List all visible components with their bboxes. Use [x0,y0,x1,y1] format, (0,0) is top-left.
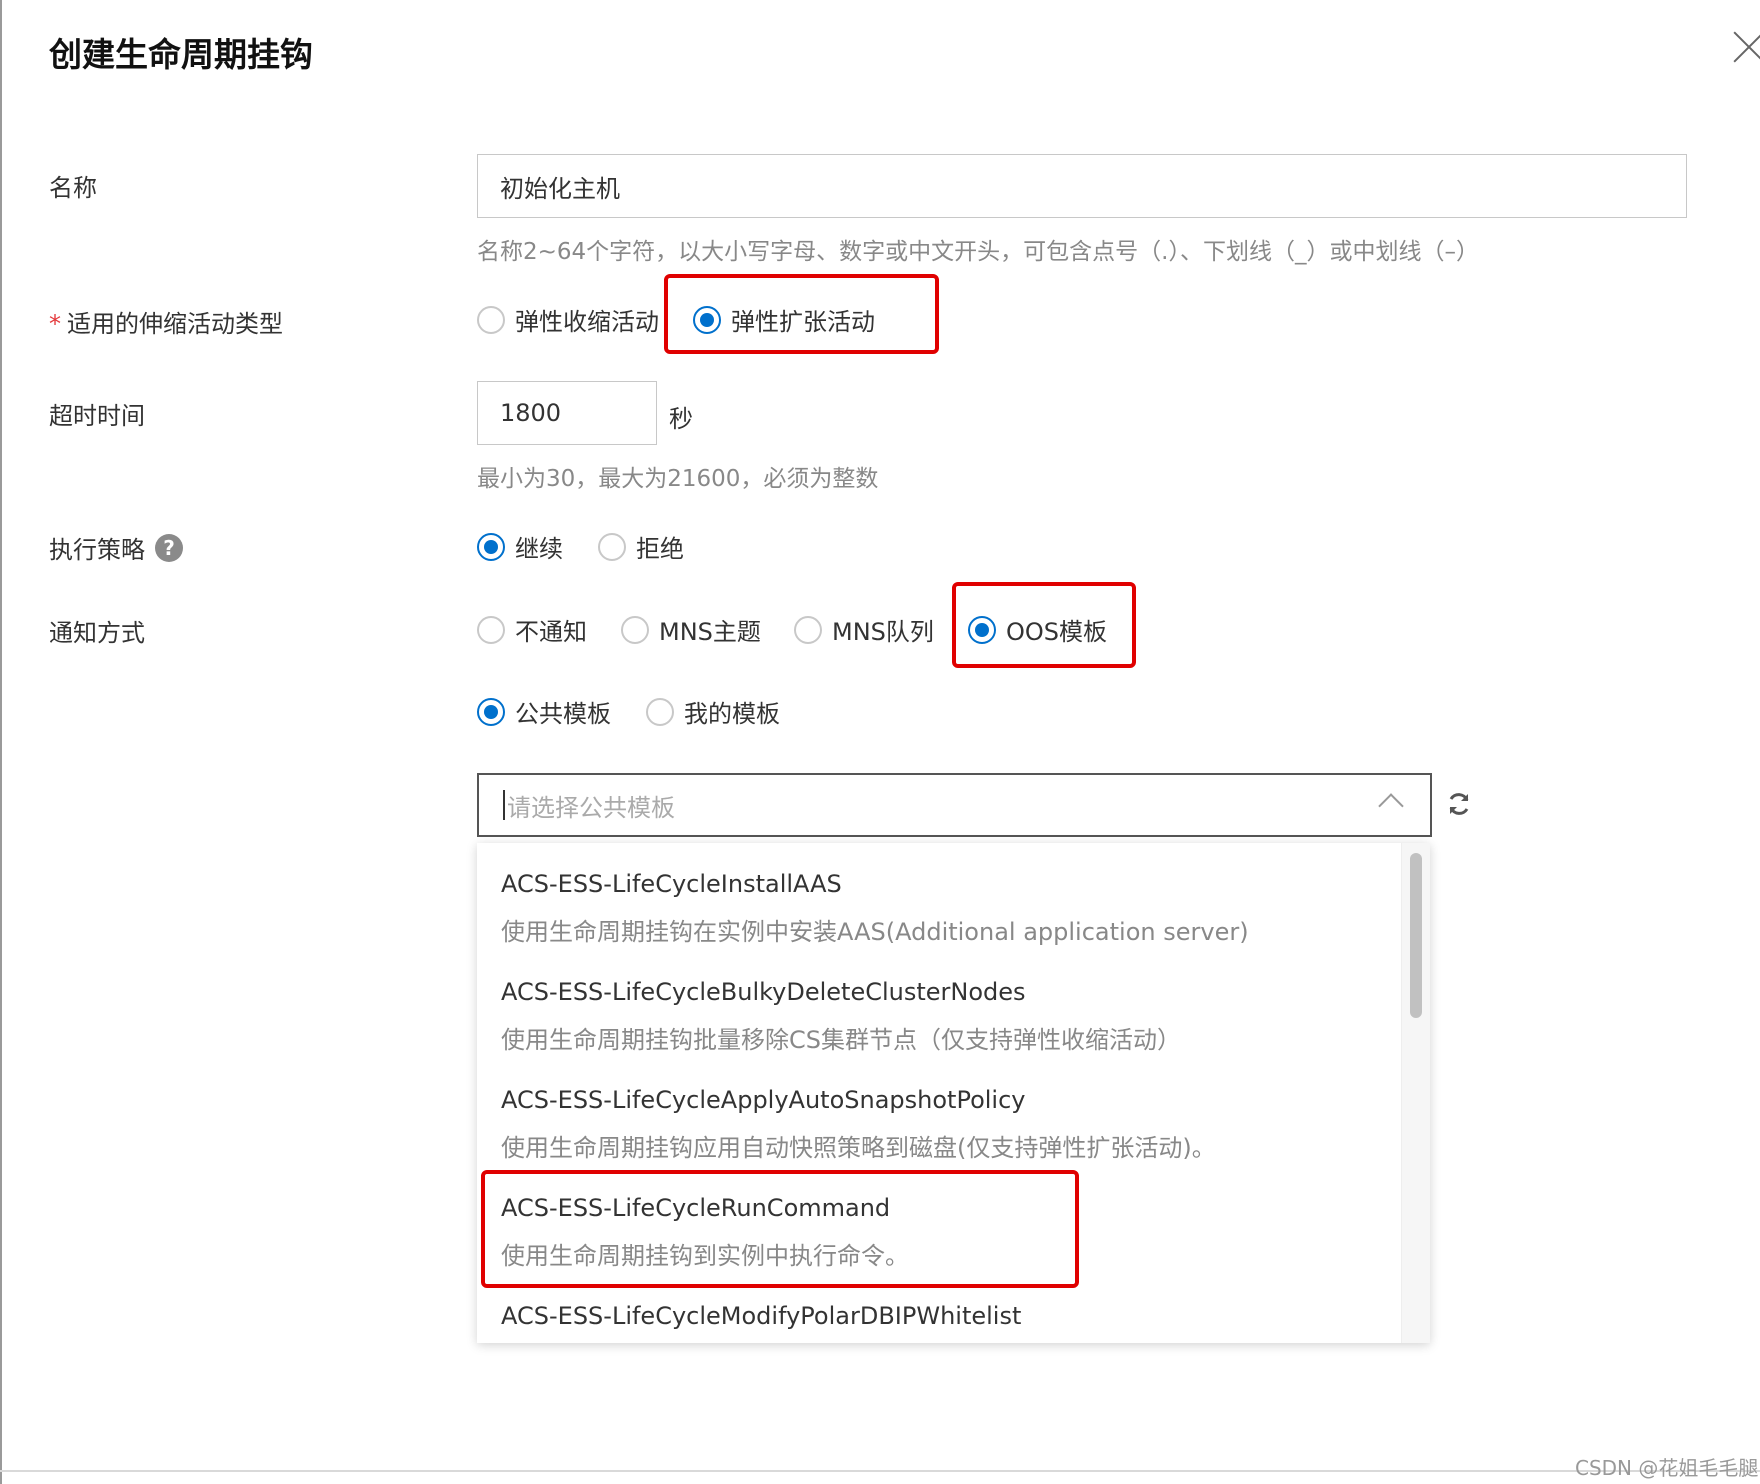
left-window-edge [0,0,2,1484]
radio-label: 拒绝 [636,535,684,563]
option-desc: 使用生命周期挂钩应用自动快照策略到磁盘(仅支持弹性扩张活动)。 [501,1134,1216,1162]
activity-type-label-text: 适用的伸缩活动类型 [67,310,283,338]
radio-label: 弹性收缩活动 [515,308,659,336]
option-desc: 使用生命周期挂钩批量移除CS集群节点（仅支持弹性收缩活动） [501,1026,1181,1054]
radio-circle [621,615,649,644]
radio-label: 继续 [515,535,563,563]
option-name: ACS-ESS-LifeCycleBulkyDeleteClusterNodes [501,978,1026,1006]
radio-circle [794,615,822,644]
radio-scale-out[interactable]: 弹性扩张活动 [693,302,875,337]
policy-label: 执行策略 ? [49,530,183,565]
dialog-title: 创建生命周期挂钩 [49,35,313,74]
option-desc: 使用生命周期挂钩在实例中安装AAS(Additional application… [501,918,1249,946]
radio-oos-template[interactable]: OOS模板 [968,612,1107,647]
radio-label: MNS队列 [832,618,934,646]
timeout-unit: 秒 [669,405,693,433]
dialog-bottom-divider [0,1470,1760,1472]
radio-reject[interactable]: 拒绝 [598,529,684,564]
radio-circle-selected [477,697,505,726]
radio-mns-topic[interactable]: MNS主题 [621,612,761,647]
dropdown-option[interactable]: ACS-ESS-LifeCycleBulkyDeleteClusterNodes… [501,978,1181,1055]
radio-scale-in[interactable]: 弹性收缩活动 [477,302,659,337]
radio-label: 公共模板 [515,700,611,728]
name-hint: 名称2~64个字符，以大小写字母、数字或中文开头，可包含点号（.）、下划线（_）… [477,239,1479,265]
radio-label: MNS主题 [659,618,761,646]
text-cursor [503,790,505,820]
name-label: 名称 [49,174,97,202]
help-icon[interactable]: ? [155,533,183,562]
template-select-placeholder: 请选择公共模板 [507,793,675,822]
radio-circle [646,697,674,726]
policy-label-text: 执行策略 [49,536,145,564]
timeout-hint: 最小为30，最大为21600，必须为整数 [477,466,879,492]
radio-label: 不通知 [515,618,587,646]
chevron-up-icon[interactable] [1378,793,1404,819]
radio-circle [477,305,505,334]
watermark: CSDN @花姐毛毛腿 [1575,1456,1759,1480]
radio-mns-queue[interactable]: MNS队列 [794,612,934,647]
radio-continue[interactable]: 继续 [477,529,563,564]
template-select[interactable]: 请选择公共模板 [477,773,1432,837]
radio-circle [598,532,626,561]
radio-circle-selected [693,305,721,334]
dropdown-option[interactable]: ACS-ESS-LifeCycleInstallAAS 使用生命周期挂钩在实例中… [501,870,1249,947]
close-icon[interactable] [1732,30,1760,64]
radio-public-template[interactable]: 公共模板 [477,694,611,729]
timeout-input[interactable]: 1800 [477,381,657,445]
option-name: ACS-ESS-LifeCycleModifyPolarDBIPWhitelis… [501,1302,1022,1330]
radio-circle [477,615,505,644]
option-name: ACS-ESS-LifeCycleApplyAutoSnapshotPolicy [501,1086,1026,1114]
dropdown-option[interactable]: ACS-ESS-LifeCycleApplyAutoSnapshotPolicy… [501,1086,1216,1163]
name-input-value: 初始化主机 [500,174,620,203]
dropdown-scrollbar-thumb[interactable] [1410,853,1422,1018]
name-input[interactable]: 初始化主机 [477,154,1687,218]
option-name: ACS-ESS-LifeCycleInstallAAS [501,870,842,898]
radio-label: 弹性扩张活动 [731,308,875,336]
required-mark: * [49,310,61,338]
refresh-icon[interactable] [1446,791,1472,817]
highlight-box-runcommand [481,1170,1079,1288]
timeout-value: 1800 [500,399,562,427]
notify-label: 通知方式 [49,619,145,647]
timeout-label: 超时时间 [49,402,145,430]
dropdown-option[interactable]: ACS-ESS-LifeCycleModifyPolarDBIPWhitelis… [501,1302,1021,1330]
radio-circle-selected [477,532,505,561]
radio-label: OOS模板 [1006,618,1108,646]
radio-label: 我的模板 [684,700,780,728]
activity-type-label: * 适用的伸缩活动类型 [49,304,283,339]
radio-no-notify[interactable]: 不通知 [477,612,587,647]
radio-my-template[interactable]: 我的模板 [646,694,780,729]
radio-circle-selected [968,615,996,644]
